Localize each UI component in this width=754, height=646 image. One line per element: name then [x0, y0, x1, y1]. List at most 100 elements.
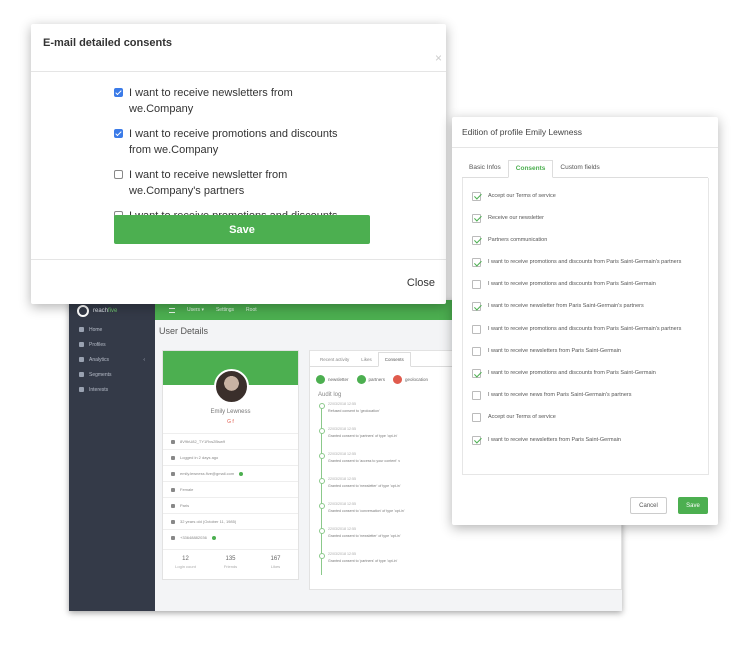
checkbox[interactable] [472, 191, 481, 201]
save-button[interactable]: Save [678, 497, 708, 514]
filter-icon [79, 372, 84, 377]
sidebar-item-interests[interactable]: Interests [69, 382, 155, 397]
consent-row[interactable]: Receive our newsletter [472, 208, 708, 228]
chart-icon [79, 357, 84, 362]
modal-footer: Close [31, 259, 446, 304]
checkbox[interactable] [472, 280, 481, 290]
eye-icon [171, 455, 175, 460]
checkbox[interactable] [114, 88, 123, 97]
envelope-icon [171, 471, 175, 476]
consent-row[interactable]: I want to receive promotions and discoun… [472, 319, 708, 339]
checkbox[interactable] [472, 302, 481, 312]
tab-recent-activity[interactable]: Recent activity [314, 353, 355, 366]
calendar-icon [171, 519, 175, 524]
verified-icon [211, 535, 216, 540]
consent-row[interactable]: Accept our Terms of service [472, 186, 708, 206]
profile-edit-modal: Edition of profile Emily Lewness Basic I… [452, 117, 718, 525]
sidebar-item-home[interactable]: Home [69, 322, 155, 337]
gender-icon [171, 487, 175, 492]
checkbox[interactable] [472, 369, 481, 378]
chip-newsletter: newsletter [316, 375, 349, 384]
checkbox[interactable] [472, 213, 481, 223]
users-icon [79, 342, 84, 347]
audit-entry: 22/03/2018 12:55 Granted consent to 'part… [319, 552, 621, 577]
profile-stats: 12 Login count 135 Friends 167 Likes [163, 549, 298, 579]
topbar-root[interactable]: Root [246, 307, 257, 313]
social-icons: G f [227, 419, 234, 425]
page-title: User Details [159, 326, 209, 336]
consent-row[interactable]: I want to receive newsletters from Paris… [472, 430, 708, 450]
consent-row[interactable]: Accept our Terms of service [472, 408, 708, 428]
checkbox[interactable] [472, 258, 481, 268]
cancel-button[interactable]: Cancel [630, 497, 667, 514]
checkbox[interactable] [472, 391, 481, 401]
id-card-icon [171, 439, 175, 444]
email-consents-modal: E-mail detailed consents × I want to rec… [31, 24, 446, 304]
cross-circle-icon [393, 375, 403, 384]
info-row-email: emily.lewness.five@gmail.com [163, 465, 298, 481]
stat-friends: 135 Friends [223, 556, 238, 569]
sidebar-item-analytics[interactable]: Analytics ‹ [69, 352, 155, 367]
modal-header: E-mail detailed consents × [31, 24, 446, 72]
profile-info-list: 8V9bU82_TY1Rvs2Bsw9 Logged in 2 days ago… [163, 433, 298, 545]
tab-consents[interactable]: Consents [507, 160, 554, 178]
stat-login-count: 12 Login count [175, 556, 196, 569]
consent-row[interactable]: I want to receive newsletters from Paris… [472, 341, 708, 361]
checkbox[interactable] [472, 413, 481, 423]
consent-row[interactable]: I want to receive promotions and discoun… [472, 253, 708, 273]
checkbox[interactable] [472, 324, 481, 334]
modal-title: Edition of profile Emily Lewness [462, 127, 583, 137]
info-row-city: Paris [163, 497, 298, 513]
tab-basic-infos[interactable]: Basic Infos [462, 160, 508, 177]
topbar-settings[interactable]: Settings [216, 307, 234, 313]
consent-option[interactable]: I want to receive newsletters from we.Co… [114, 85, 446, 117]
topbar-users[interactable]: Users ▾ [187, 307, 204, 313]
modal-title: E-mail detailed consents [43, 37, 172, 49]
consent-row[interactable]: I want to receive promotions and discoun… [472, 364, 708, 384]
consent-option[interactable]: I want to receive promotions and discoun… [114, 126, 446, 158]
profile-card: Emily Lewness G f 8V9bU82_TY1Rvs2Bsw9 Lo… [162, 350, 299, 580]
avatar [214, 369, 249, 404]
brand-suffix: five [108, 308, 118, 314]
sidebar-item-segments[interactable]: Segments [69, 367, 155, 382]
heart-icon [79, 387, 84, 392]
audit-entry: 22/03/2018 12:55 Granted consent to 'news… [319, 527, 621, 552]
brand-prefix: reach [93, 308, 109, 314]
tab-likes[interactable]: Likes [355, 353, 378, 366]
divider [452, 147, 718, 148]
menu-icon[interactable] [169, 307, 175, 313]
info-row-login: Logged in 2 days ago [163, 449, 298, 465]
chip-geolocation: geolocation [393, 375, 428, 384]
checkbox[interactable] [114, 170, 123, 179]
profile-tabs: Basic Infos Consents Custom fields [462, 160, 708, 178]
info-row-gender: Female [163, 481, 298, 497]
checkbox[interactable] [472, 346, 481, 356]
close-button[interactable]: Close [407, 277, 435, 289]
consents-panel: Accept our Terms of service Receive our … [462, 178, 709, 475]
phone-icon [171, 535, 175, 540]
checkbox[interactable] [472, 435, 481, 445]
consent-row[interactable]: Partners communication [472, 230, 708, 250]
consent-option[interactable]: I want to receive newsletter from we.Com… [114, 167, 446, 199]
info-row-phone: +33648882036 [163, 529, 298, 545]
info-row-id: 8V9bU82_TY1Rvs2Bsw9 [163, 433, 298, 449]
check-circle-icon [316, 375, 325, 384]
chip-partners: partners [356, 375, 385, 384]
profile-name: Emily Lewness [210, 409, 251, 415]
consent-row[interactable]: I want to receive news from Paris Saint-… [472, 386, 708, 406]
sidebar-item-profiles[interactable]: Profiles [69, 337, 155, 352]
check-circle-icon [356, 375, 366, 384]
chevron-left-icon: ‹ [143, 356, 145, 363]
consent-row[interactable]: I want to receive newsletter from Paris … [472, 297, 708, 317]
checkbox[interactable] [114, 129, 123, 138]
logo-icon [77, 305, 89, 317]
sidebar: reachfive Home Profiles Analytics ‹ Segme… [69, 300, 155, 611]
tab-custom-fields[interactable]: Custom fields [553, 160, 606, 177]
tab-consents[interactable]: Consents [377, 352, 411, 367]
save-button[interactable]: Save [114, 215, 370, 244]
close-icon[interactable]: × [435, 51, 442, 65]
verified-icon [239, 471, 244, 476]
checkbox[interactable] [472, 235, 481, 245]
location-pin-icon [171, 503, 175, 508]
consent-row[interactable]: I want to receive promotions and discoun… [472, 275, 708, 295]
